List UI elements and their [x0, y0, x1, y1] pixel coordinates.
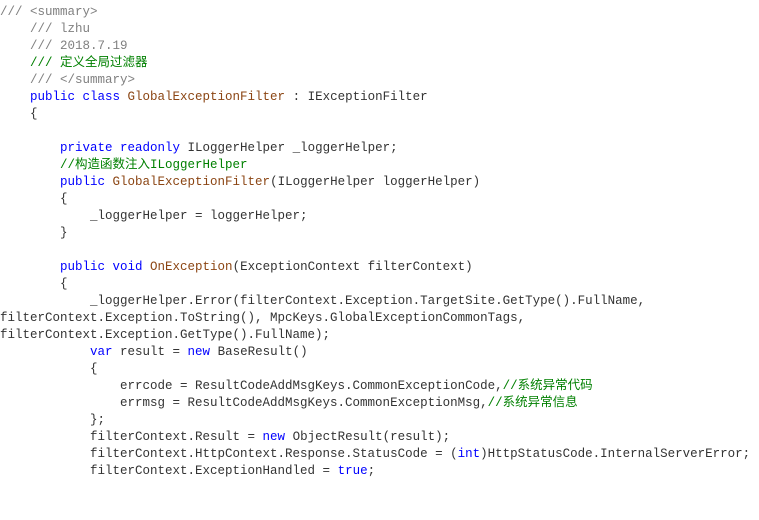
line-27: filterContext.HttpContext.Response.Statu…	[0, 447, 750, 461]
line-18: _loggerHelper.Error(filterContext.Except…	[0, 294, 653, 308]
line-3: /// 2018.7.19	[0, 39, 128, 53]
line-24: errmsg = ResultCodeAddMsgKeys.CommonExce…	[0, 396, 578, 410]
line-26: filterContext.Result = new ObjectResult(…	[0, 430, 450, 444]
line-19: filterContext.Exception.ToString(), MpcK…	[0, 311, 533, 325]
line-13: _loggerHelper = loggerHelper;	[0, 209, 308, 223]
line-28: filterContext.ExceptionHandled = true;	[0, 464, 375, 478]
line-6: public class GlobalExceptionFilter : IEx…	[0, 90, 428, 104]
line-20: filterContext.Exception.GetType().FullNa…	[0, 328, 330, 342]
line-16: public void OnException(ExceptionContext…	[0, 260, 473, 274]
line-1: /// <summary>	[0, 5, 98, 19]
line-9: private readonly ILoggerHelper _loggerHe…	[0, 141, 398, 155]
line-4: /// 定义全局过滤器	[0, 56, 148, 70]
line-5: /// </summary>	[0, 73, 135, 87]
line-10: //构造函数注入ILoggerHelper	[0, 158, 248, 172]
line-7: {	[0, 107, 38, 121]
line-12: {	[0, 192, 68, 206]
line-17: {	[0, 277, 68, 291]
line-25: };	[0, 413, 105, 427]
line-2: /// lzhu	[0, 22, 90, 36]
line-21: var result = new BaseResult()	[0, 345, 308, 359]
line-22: {	[0, 362, 98, 376]
code-block: /// <summary> /// lzhu /// 2018.7.19 ///…	[0, 0, 759, 480]
line-14: }	[0, 226, 68, 240]
line-11: public GlobalExceptionFilter(ILoggerHelp…	[0, 175, 480, 189]
line-23: errcode = ResultCodeAddMsgKeys.CommonExc…	[0, 379, 593, 393]
